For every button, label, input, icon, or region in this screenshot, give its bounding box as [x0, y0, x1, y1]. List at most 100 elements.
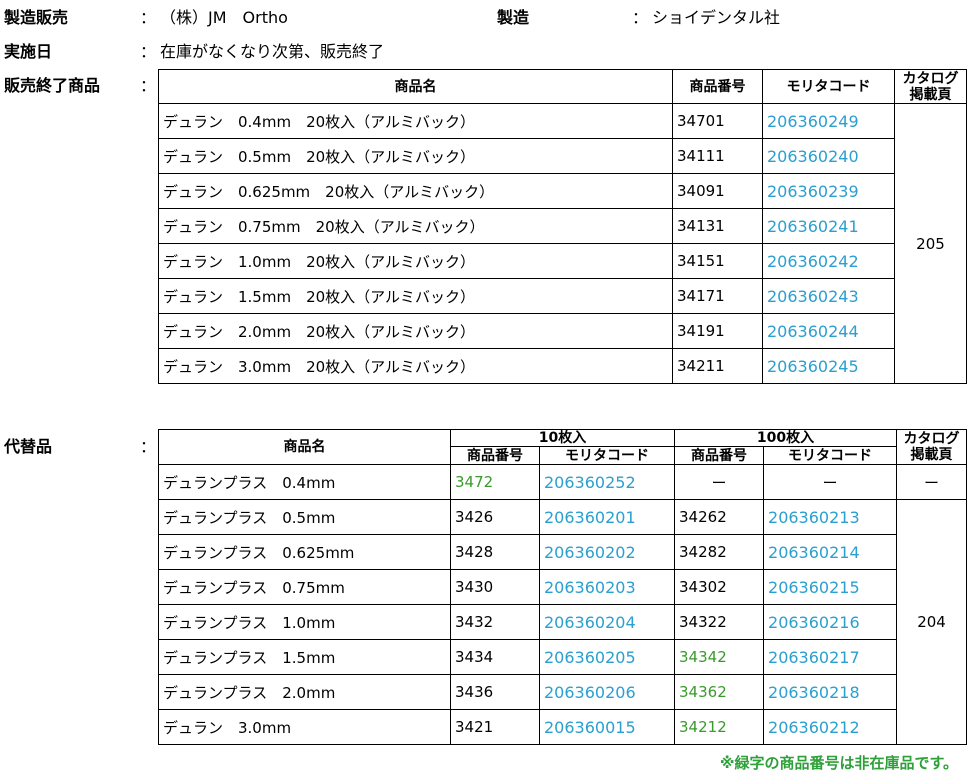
morita-code-10: 206360252	[538, 464, 676, 500]
table-row: デュランプラス 0.625mm 3428 206360202 34282 2063602…	[158, 534, 967, 570]
table-row: デュランプラス 2.0mm 3436 206360206 34362 206360218	[158, 674, 967, 710]
product-name: デュラン 0.5mm 20枚入（アルミバック）	[158, 138, 673, 174]
product-name: デュラン 0.75mm 20枚入（アルミバック）	[158, 208, 673, 244]
product-code: 34191	[672, 313, 763, 349]
product-name: デュラン 2.0mm 20枚入（アルミバック）	[158, 313, 673, 349]
footnote: ※緑字の商品番号は非在庫品です。	[719, 754, 958, 772]
product-name: デュラン 3.0mm 20枚入（アルミバック）	[158, 348, 673, 384]
manufacturer-value: ショイデンタル社	[652, 8, 781, 27]
table-row: デュラン 0.625mm 20枚入（アルミバック） 34091 206360239	[158, 173, 967, 209]
product-code-10: 3434	[450, 639, 540, 675]
date-value: 在庫がなくなり次第、販売終了	[160, 42, 385, 61]
date-colon: ：	[140, 42, 157, 61]
sub-group-10: 10枚入	[449, 429, 676, 447]
product-code-100: 34282	[674, 534, 765, 570]
morita-code: 206360239	[762, 173, 895, 209]
morita-code-10: 206360201	[538, 499, 676, 535]
product-name: デュラン 1.0mm 20枚入（アルミバック）	[158, 243, 673, 279]
product-code: 34131	[672, 208, 763, 244]
product-code-10: 3426	[450, 499, 540, 535]
product-code-10: 3430	[450, 569, 540, 605]
table-row: デュランプラス 0.75mm 3430 206360203 34302 20636021…	[158, 569, 967, 605]
product-name: デュランプラス 0.4mm	[158, 464, 451, 500]
product-name: デュランプラス 0.75mm	[158, 569, 451, 605]
morita-code-10: 206360015	[538, 709, 676, 745]
table-row: デュラン 2.0mm 20枚入（アルミバック） 34191 206360244	[158, 313, 967, 349]
product-code: 34171	[672, 278, 763, 314]
morita-code-100: 206360216	[763, 604, 898, 640]
table-row: デュランプラス 1.0mm 3432 206360204 34322 206360216	[158, 604, 967, 640]
col-header-catalog: カタログ 掲載頁	[894, 69, 967, 104]
maker-seller-colon: ：	[140, 8, 157, 27]
table-row: デュランプラス 1.5mm 3434 206360205 34342 206360217	[158, 639, 967, 675]
sub-col-header-morita100: モリタコード	[763, 446, 898, 465]
maker-seller-value: （株）JM Ortho	[160, 8, 288, 27]
substitute-colon: ：	[140, 437, 157, 456]
table-row: デュランプラス 0.5mm 3426 206360201 34262 206360213…	[158, 499, 968, 745]
table-row: デュランプラス 0.4mm 3472 206360252 ーーー	[158, 464, 968, 500]
morita-code-10: 206360204	[538, 604, 676, 640]
discontinued-label: 販売終了商品	[4, 76, 101, 95]
product-code-10: 3421	[450, 709, 540, 745]
sub-col-header-name: 商品名	[158, 429, 451, 465]
morita-code-100: 206360213	[763, 499, 898, 535]
morita-code-100: 206360218	[763, 674, 898, 710]
product-code-10: 3428	[450, 534, 540, 570]
product-code-100: 34212	[674, 709, 765, 745]
product-code-100: ー	[674, 464, 765, 500]
morita-code-100: 206360215	[763, 569, 898, 605]
discontinued-colon: ：	[140, 76, 157, 95]
morita-code-100: 206360217	[763, 639, 898, 675]
catalog-page-none: ー	[896, 464, 968, 500]
morita-code-100: 206360214	[763, 534, 898, 570]
product-code-10: 3436	[450, 674, 540, 710]
product-code: 34701	[672, 103, 763, 139]
morita-code-100: 206360212	[763, 709, 898, 745]
product-code-100: 34302	[674, 569, 765, 605]
morita-code: 206360245	[762, 348, 895, 384]
table-row: デュラン 1.5mm 20枚入（アルミバック） 34171 206360243	[158, 278, 967, 314]
catalog-page: 205	[894, 103, 967, 384]
sub-col-header-morita10: モリタコード	[538, 446, 676, 465]
product-name: デュランプラス 0.5mm	[158, 499, 451, 535]
product-name: デュランプラス 2.0mm	[158, 674, 451, 710]
morita-code: 206360242	[762, 243, 895, 279]
sub-col-header-catalog: カタログ 掲載頁	[896, 429, 968, 465]
morita-code-100: ー	[763, 464, 898, 500]
table-row: デュラン 0.75mm 20枚入（アルミバック） 34131 206360241	[158, 208, 967, 244]
product-name: デュランプラス 1.0mm	[158, 604, 451, 640]
product-code-10: 3432	[450, 604, 540, 640]
morita-code-10: 206360202	[538, 534, 676, 570]
product-name: デュラン 3.0mm	[158, 709, 451, 745]
maker-seller-label: 製造販売	[4, 8, 69, 27]
morita-code: 206360243	[762, 278, 895, 314]
morita-code-10: 206360203	[538, 569, 676, 605]
product-code-100: 34362	[674, 674, 765, 710]
product-name: デュランプラス 1.5mm	[158, 639, 451, 675]
table-row: デュラン 0.5mm 20枚入（アルミバック） 34111 206360240	[158, 138, 967, 174]
discontinued-table: 商品名 商品番号 モリタコード カタログ 掲載頁 デュラン 0.4mm 20枚入…	[158, 69, 967, 384]
product-code-10: 3472	[450, 464, 540, 500]
product-code: 34151	[672, 243, 763, 279]
product-code-100: 34322	[674, 604, 765, 640]
sub-group-100: 100枚入	[674, 429, 898, 447]
product-name: デュラン 1.5mm 20枚入（アルミバック）	[158, 278, 673, 314]
morita-code: 206360244	[762, 313, 895, 349]
table-row: デュラン 0.4mm 20枚入（アルミバック） 34701 206360249 205	[158, 103, 967, 384]
catalog-page: 204	[896, 499, 968, 745]
morita-code-10: 206360206	[538, 674, 676, 710]
product-name: デュラン 0.625mm 20枚入（アルミバック）	[158, 173, 673, 209]
morita-code: 206360249	[762, 103, 895, 139]
sub-col-header-code10: 商品番号	[450, 446, 540, 465]
table-row: デュラン 1.0mm 20枚入（アルミバック） 34151 206360242	[158, 243, 967, 279]
table-row: デュラン 3.0mm 3421 206360015 34212 206360212	[158, 709, 967, 745]
product-name: デュラン 0.4mm 20枚入（アルミバック）	[158, 103, 673, 139]
table-row: デュラン 3.0mm 20枚入（アルミバック） 34211 206360245	[158, 348, 967, 384]
product-code: 34091	[672, 173, 763, 209]
manufacturer-colon: ：	[632, 8, 649, 27]
product-code: 34111	[672, 138, 763, 174]
substitute-table: 商品名 10枚入 100枚入 カタログ 掲載頁 商品番号 モリタコード 商品番号…	[158, 429, 968, 745]
col-header-morita: モリタコード	[762, 69, 895, 104]
col-header-code: 商品番号	[672, 69, 763, 104]
morita-code: 206360240	[762, 138, 895, 174]
